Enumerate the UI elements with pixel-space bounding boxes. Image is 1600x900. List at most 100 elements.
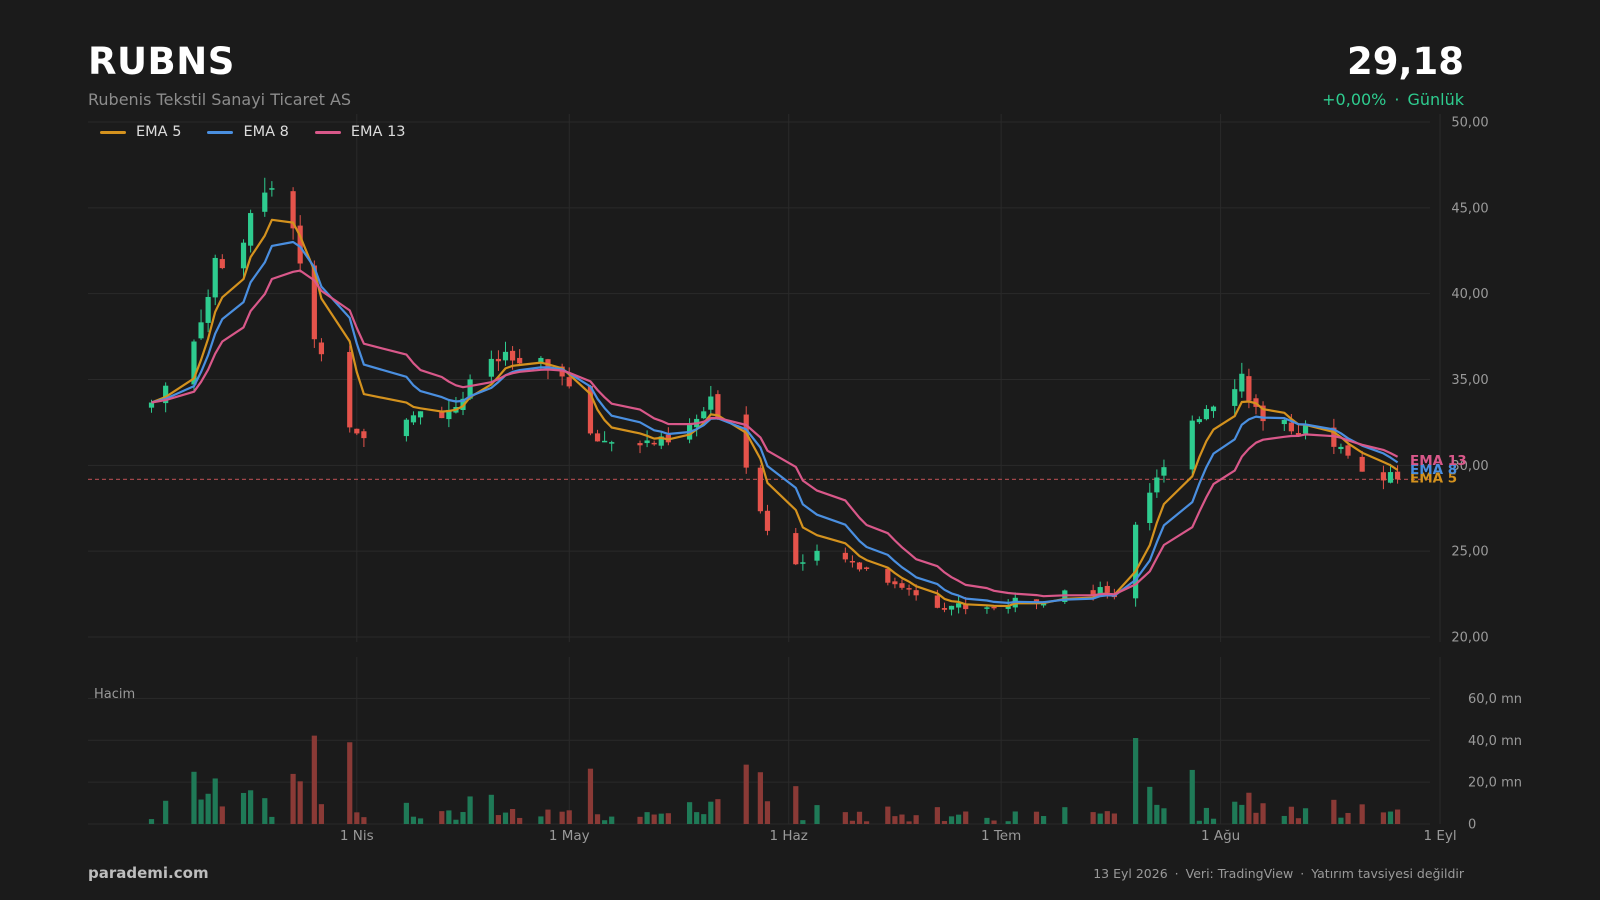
- candle-body: [248, 213, 254, 246]
- brand-label[interactable]: parademi.com: [88, 864, 209, 882]
- candle-body: [743, 414, 749, 468]
- legend-item-ema13[interactable]: EMA 13: [314, 124, 406, 140]
- volume-bar: [1097, 813, 1103, 824]
- volume-bar: [1253, 812, 1259, 824]
- candle-body: [1380, 472, 1387, 481]
- volume-bar: [191, 771, 197, 824]
- candle-body: [488, 358, 494, 377]
- volume-bar: [906, 821, 912, 824]
- candle-body: [906, 588, 912, 590]
- volume-bar: [148, 819, 155, 824]
- candle-body: [509, 350, 516, 361]
- volume-bar: [1161, 808, 1167, 824]
- candle-body: [502, 351, 509, 361]
- volume-bar: [163, 800, 169, 824]
- volume-bar: [311, 735, 317, 824]
- candle-body: [240, 242, 247, 269]
- volume-bar: [1196, 820, 1202, 824]
- ema5-swatch: [100, 130, 126, 134]
- candle-body: [594, 433, 601, 442]
- candle-body: [984, 607, 990, 609]
- volume-bar: [1345, 812, 1351, 824]
- candle-body: [651, 442, 657, 445]
- y-tick-label: 50,00: [1451, 116, 1488, 131]
- volume-bar: [467, 796, 473, 824]
- candle-body: [318, 342, 325, 355]
- volume-bar: [842, 812, 848, 824]
- footer-date: 13 Eyl 2026: [1093, 866, 1168, 881]
- candle-body: [793, 533, 799, 565]
- volume-bar: [1295, 818, 1302, 824]
- volume-bar: [956, 814, 962, 824]
- candle-body: [1246, 376, 1252, 401]
- candle-body: [991, 606, 997, 609]
- candle-body: [849, 560, 856, 563]
- volume-bar: [948, 816, 955, 824]
- legend-item-ema5[interactable]: EMA 5: [100, 124, 181, 140]
- volume-bar: [198, 799, 204, 824]
- candle-body: [1281, 419, 1287, 425]
- volume-bar: [665, 813, 671, 824]
- ema-line-8: [151, 240, 1399, 604]
- volume-bar: [495, 815, 502, 824]
- volume-bar: [297, 781, 303, 824]
- volume-bar: [1331, 799, 1337, 824]
- candle-body: [1345, 445, 1351, 456]
- candle-body: [354, 428, 360, 434]
- ema-lines: [151, 218, 1399, 608]
- volume-bar: [984, 817, 990, 824]
- volume-bar: [559, 811, 565, 824]
- y-tick-label: 25,00: [1451, 545, 1488, 560]
- candle-body: [269, 188, 275, 190]
- volume-bar: [1033, 811, 1040, 824]
- x-tick-label: 1 May: [549, 828, 590, 844]
- volume-bar: [814, 805, 820, 824]
- volume-bar: [757, 772, 763, 824]
- volume-bar: [1387, 811, 1394, 824]
- candle-body: [495, 358, 502, 362]
- volume-bar: [212, 778, 218, 824]
- volume-bar: [941, 821, 948, 824]
- candle-body: [842, 552, 848, 560]
- candle-body: [637, 443, 643, 446]
- candle-body: [566, 377, 572, 387]
- volume-bar: [1090, 812, 1096, 824]
- volume-bar: [347, 742, 353, 824]
- volume-bar: [509, 808, 516, 824]
- volume-bar: [715, 799, 721, 824]
- candle-body: [1104, 585, 1110, 593]
- volume-bar: [1104, 811, 1110, 824]
- volume-bar: [637, 816, 643, 824]
- volume-bar: [701, 814, 707, 824]
- volume-bar: [602, 820, 608, 824]
- volume-bar: [793, 786, 799, 824]
- candle-body: [863, 567, 870, 569]
- candle-body: [609, 442, 615, 444]
- candle-body: [1154, 477, 1160, 493]
- volume-bar: [892, 816, 898, 824]
- volume-bar: [446, 810, 452, 824]
- volume-bar: [566, 810, 572, 824]
- volume-bar: [1302, 808, 1309, 824]
- volume-bar: [651, 814, 657, 824]
- footer-source: Veri: TradingView: [1185, 866, 1294, 881]
- volume-bar: [488, 794, 494, 824]
- candle-body: [1161, 467, 1167, 476]
- volume-bar: [963, 811, 969, 824]
- volume-bar: [1111, 813, 1117, 824]
- candle-body: [941, 608, 948, 610]
- ema-line-5: [151, 218, 1399, 608]
- volume-bar: [248, 790, 254, 824]
- candles: [148, 177, 1401, 616]
- volume-bar: [708, 801, 714, 824]
- volume-bar: [439, 811, 445, 824]
- volume-bar: [517, 817, 523, 824]
- legend-item-ema8[interactable]: EMA 8: [207, 124, 289, 140]
- volume-bar: [290, 773, 296, 824]
- candle-body: [1196, 419, 1202, 423]
- candle-body: [1239, 373, 1245, 392]
- volume-bar: [1281, 815, 1287, 824]
- volume-bar: [913, 815, 919, 824]
- candle-body: [1133, 524, 1139, 599]
- volume-bar: [899, 814, 905, 824]
